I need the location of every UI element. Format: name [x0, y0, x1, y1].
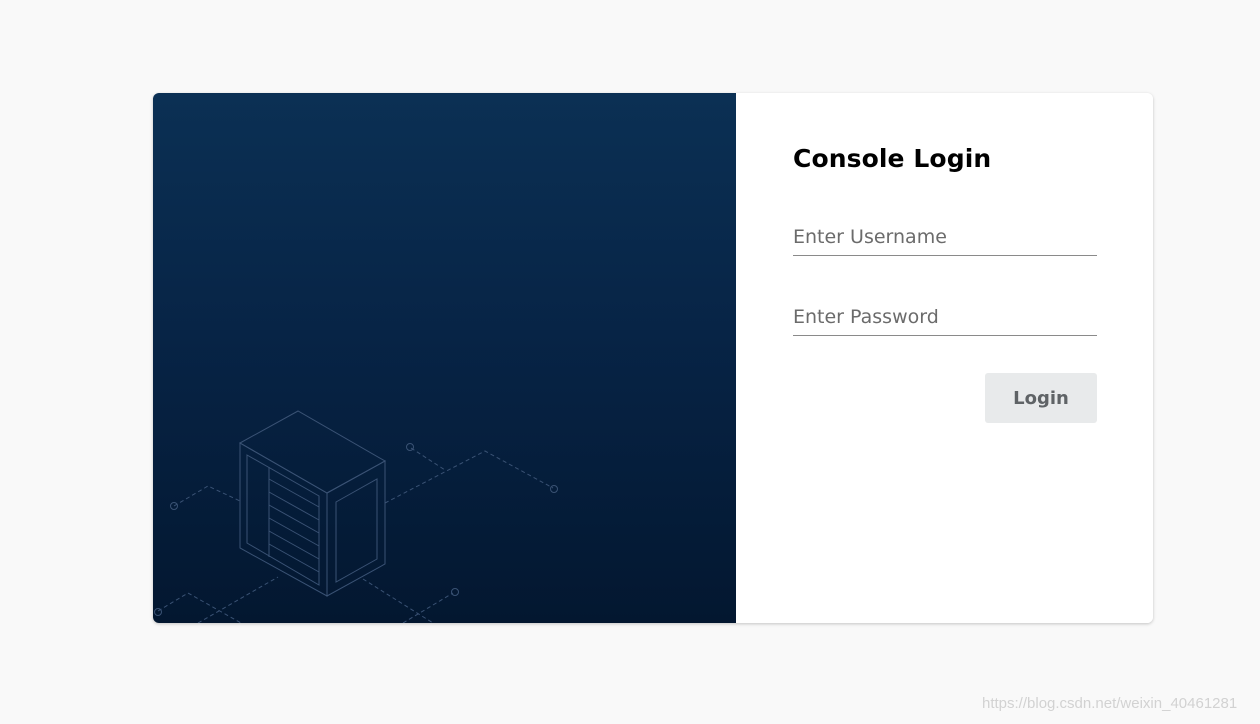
login-form-panel: Console Login Login — [736, 93, 1153, 623]
watermark-text: https://blog.csdn.net/weixin_40461281 — [982, 695, 1238, 712]
password-input[interactable] — [793, 299, 1097, 336]
username-input[interactable] — [793, 219, 1097, 256]
server-rack-illustration-icon — [154, 410, 558, 623]
page-title: Console Login — [793, 144, 992, 173]
illustration-panel — [153, 93, 736, 623]
login-button[interactable]: Login — [985, 373, 1097, 423]
login-card: Console Login Login — [153, 93, 1153, 623]
